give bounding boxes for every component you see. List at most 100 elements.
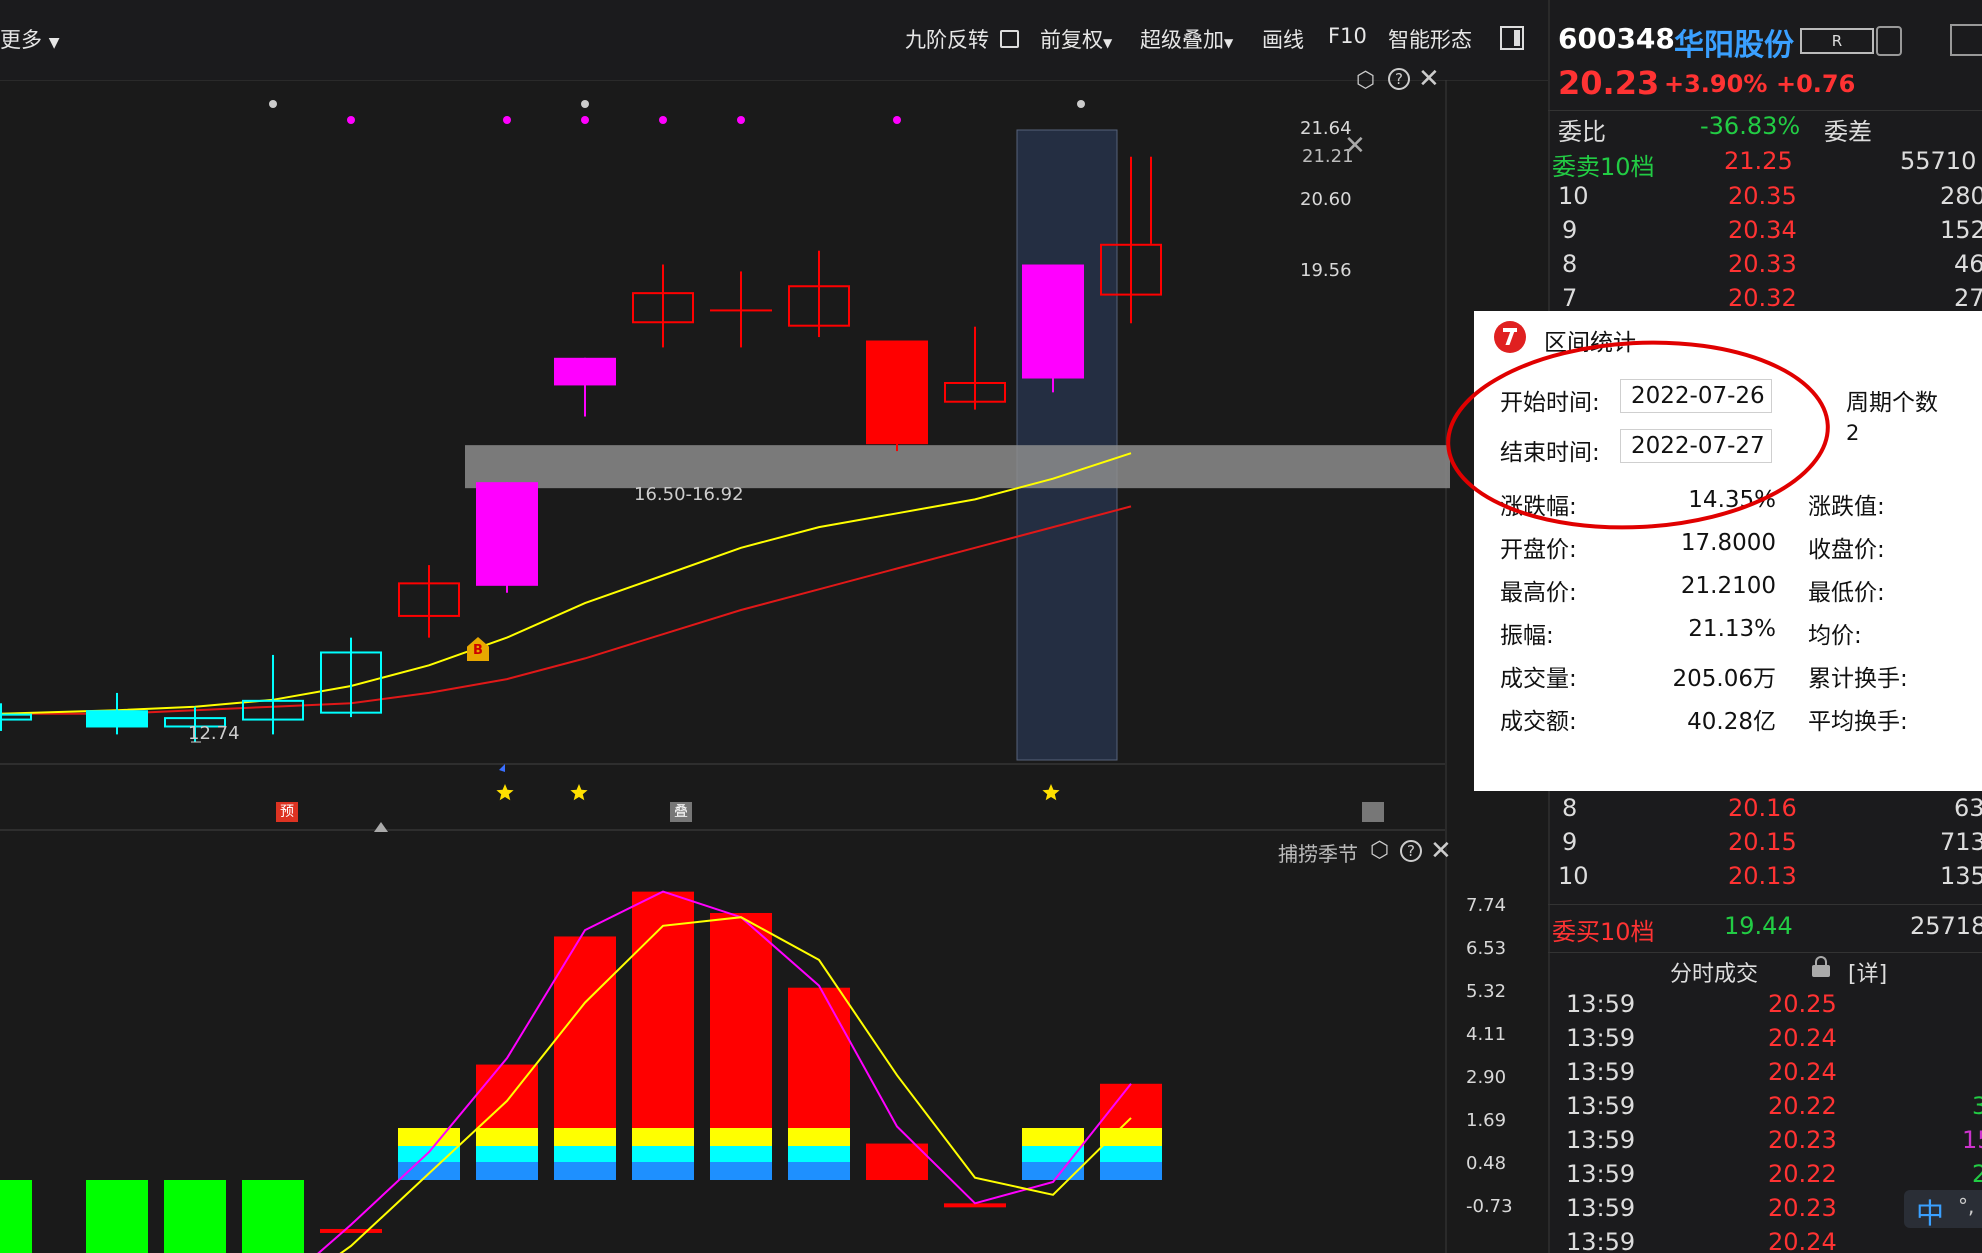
ime-label: 中 — [1916, 1197, 1945, 1230]
trade-time: 13:59 — [1566, 1194, 1636, 1222]
indicator-bar-yellow-band — [1100, 1128, 1162, 1146]
indicator-bar-blue-band — [476, 1162, 538, 1180]
ind-y-tick: 1.69 — [1466, 1110, 1507, 1131]
indicator-bar-yellow-band — [398, 1128, 460, 1146]
sell-volume: 27 — [1954, 284, 1982, 310]
overlay-badge-label: 叠 — [674, 804, 688, 820]
divider — [1548, 904, 1982, 905]
sell-volume: 46 — [1954, 250, 1982, 278]
trade-time: 13:59 — [1566, 1228, 1636, 1253]
detail-link[interactable]: [详] — [1848, 956, 1887, 988]
signal-star-icon — [1042, 784, 1060, 801]
current-price: 20.23 — [1558, 64, 1660, 102]
indicator-bar-yellow-band — [710, 1128, 772, 1146]
range-selection-band — [1016, 129, 1118, 761]
signal-dot — [737, 116, 745, 124]
weibi-value: -36.83% — [1700, 112, 1801, 140]
buy10-price: 19.44 — [1724, 912, 1793, 940]
buy-price: 20.13 — [1728, 862, 1797, 890]
sell-row[interactable]: 8 20.33 46 — [1548, 250, 1982, 284]
trades-title[interactable]: 分时成交 — [1670, 956, 1758, 988]
buy-row[interactable]: 8 20.16 63 — [1548, 794, 1982, 828]
kline-chart[interactable] — [0, 0, 1550, 1253]
highlight-ellipse-annotation — [1446, 340, 1830, 530]
stock-code: 600348 — [1558, 22, 1675, 55]
sell-price: 20.33 — [1728, 250, 1797, 278]
forecast-badge-label: 预 — [280, 804, 294, 820]
buy-price: 20.16 — [1728, 794, 1797, 822]
sell-price: 20.34 — [1728, 216, 1797, 244]
trade-row: 13:59 20.24 — [1548, 1024, 1982, 1058]
trade-price: 20.22 — [1768, 1092, 1837, 1120]
indicator-bar — [0, 1180, 32, 1253]
indicator-bar-cyan-band — [632, 1146, 694, 1162]
candle-body — [554, 357, 616, 386]
signal-dot — [347, 116, 355, 124]
ime-indicator[interactable]: 中 °, — [1904, 1190, 1982, 1230]
trade-time: 13:59 — [1566, 1058, 1636, 1086]
note-badge-icon[interactable] — [1362, 802, 1384, 822]
sell10-label: 委卖10档 — [1552, 153, 1655, 181]
y-tick-label: 19.56 — [1300, 260, 1352, 281]
indicator-title[interactable]: 捕捞季节 — [1278, 838, 1358, 867]
stat-label: 成交额: — [1500, 709, 1577, 735]
indicator-bar-yellow-band — [554, 1128, 616, 1146]
trade-time: 13:59 — [1566, 1126, 1636, 1154]
buy-volume: 713 — [1940, 828, 1982, 856]
trade-price: 20.23 — [1768, 1194, 1837, 1222]
change-amount: +0.76 — [1776, 70, 1856, 98]
indicator-bar-blue-band — [788, 1162, 850, 1180]
buy-level: 9 — [1562, 828, 1578, 856]
buy-row[interactable]: 9 20.15 713 — [1548, 828, 1982, 862]
buy-volume: 135 — [1940, 862, 1982, 890]
help-icon[interactable]: ? — [1388, 68, 1410, 90]
indicator-bar-yellow-band — [1022, 1128, 1084, 1146]
close-icon[interactable]: ✕ — [1418, 64, 1440, 94]
buy-volume: 63 — [1954, 794, 1982, 822]
sell-row[interactable]: 7 20.32 27 — [1548, 284, 1982, 310]
buy10-summary-row: 委买10档 19.44 25718 — [1548, 912, 1982, 946]
indicator-bar-blue-band — [1100, 1162, 1162, 1180]
sell10-summary-row: 委卖10档 21.25 55710 — [1548, 147, 1982, 181]
stat-label-right: 均价: — [1808, 623, 1862, 649]
trade-volume: 15 — [1962, 1126, 1982, 1154]
trade-price: 20.24 — [1768, 1058, 1837, 1086]
r-badge[interactable]: R — [1800, 28, 1874, 54]
indicator-help-icon[interactable]: ? — [1400, 840, 1422, 862]
trade-row: 13:59 20.22 3 — [1548, 1092, 1982, 1126]
app-window: 更多 ▼ 九阶反转 前复权▼ 超级叠加▼ 画线 F10 智能形态 21.64 2… — [0, 0, 1982, 1253]
lock-icon[interactable] — [1812, 956, 1830, 977]
indicator-bar-yellow-band — [788, 1128, 850, 1146]
sell-row[interactable]: 10 20.35 280 — [1548, 182, 1982, 216]
indicator-bar-blue-band — [710, 1162, 772, 1180]
weibi-row: 委比 -36.83% 委差 — [1548, 112, 1982, 146]
settings-hex-icon[interactable]: ⬡ — [1356, 68, 1375, 93]
trade-price: 20.23 — [1768, 1126, 1837, 1154]
sell-level: 9 — [1562, 216, 1578, 244]
panel-toggle-icon[interactable] — [1950, 24, 1982, 56]
indicator-close-icon[interactable]: ✕ — [1430, 836, 1452, 866]
ind-y-tick: -0.73 — [1466, 1196, 1513, 1217]
sell-row[interactable]: 9 20.34 152 — [1548, 216, 1982, 250]
stat-label: 振幅: — [1500, 623, 1554, 649]
signal-dot — [893, 116, 901, 124]
indicator-settings-icon[interactable]: ⬡ — [1370, 838, 1389, 863]
buy-row[interactable]: 10 20.13 135 — [1548, 862, 1982, 896]
forecast-badge[interactable]: 预 — [276, 802, 298, 822]
trade-price: 20.24 — [1768, 1228, 1837, 1253]
trade-volume: 2 — [1972, 1160, 1982, 1188]
divider — [1548, 952, 1982, 953]
range-close-icon[interactable]: ✕ — [1344, 131, 1366, 161]
stock-name[interactable]: 华阳股份 — [1674, 20, 1794, 64]
buy-level: 10 — [1558, 862, 1589, 890]
trade-time: 13:59 — [1566, 990, 1636, 1018]
alert-bell-icon[interactable] — [1876, 26, 1902, 56]
buy-signal-label: B — [473, 643, 483, 658]
stat-label: 最高价: — [1500, 580, 1577, 606]
candle-body — [1022, 264, 1084, 379]
ind-y-tick: 6.53 — [1466, 938, 1507, 959]
sell-volume: 152 — [1940, 216, 1982, 244]
trade-volume: 3 — [1972, 1092, 1982, 1120]
overlay-badge[interactable]: 叠 — [670, 802, 692, 822]
indicator-bar-cyan-band — [476, 1146, 538, 1162]
